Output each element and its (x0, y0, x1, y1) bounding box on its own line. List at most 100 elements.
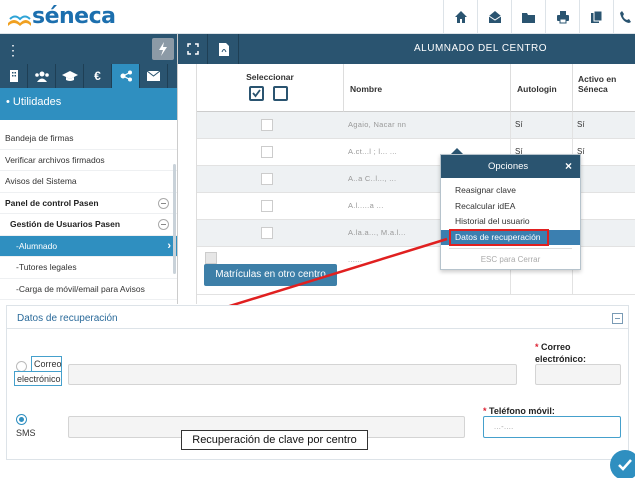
confirm-check-button[interactable] (610, 450, 635, 478)
column-header-name: Nombre (344, 64, 511, 112)
radio-sms-label: SMS (16, 428, 36, 438)
check-icon (618, 459, 632, 471)
building-icon[interactable] (0, 64, 28, 88)
table-cell-text: A.l.....a ... (348, 201, 384, 210)
menu-item-historial-usuario[interactable]: Historial del usuario (441, 214, 580, 229)
popup-header: Opciones × (441, 155, 580, 178)
table-cell-active: Sí (573, 139, 635, 166)
panel-divider (7, 328, 628, 329)
table-cell-autologin: Sí (511, 112, 573, 139)
sidebar-item-label: -Tutores legales (16, 262, 77, 272)
deselect-all-checkbox-icon[interactable] (273, 86, 288, 101)
euro-icon[interactable]: € (84, 64, 112, 88)
table-cell-text: Sí (577, 120, 585, 129)
print-icon[interactable] (545, 0, 579, 34)
mail-open-icon[interactable] (477, 0, 511, 34)
popup-divider (449, 248, 572, 249)
table-cell-text: ...... (348, 255, 363, 264)
expand-icon[interactable] (178, 34, 208, 64)
sidebar-tabs: € (0, 64, 177, 88)
sidebar-item-verificar-archivos[interactable]: Verificar archivos firmados (0, 150, 177, 171)
sidebar-item-tutores-legales[interactable]: -Tutores legales (0, 257, 177, 279)
sidebar-section-utilidades[interactable]: • Utilidades (0, 88, 177, 120)
sidebar-item-avisos-sistema[interactable]: Avisos del Sistema (0, 171, 177, 193)
phone-label-text: Teléfono móvil: (489, 406, 555, 416)
table-cell-active: Sí (573, 112, 635, 139)
sidebar-item-label: -Carga de móvil/email para Avisos (16, 283, 145, 294)
email-label-line2: electrónico: (535, 354, 587, 364)
book-logo-icon (8, 15, 31, 26)
highlight-box (449, 229, 549, 246)
required-mark: * (535, 342, 539, 352)
email-required-input[interactable] (535, 364, 621, 385)
pdf-icon[interactable] (209, 34, 239, 64)
close-icon[interactable]: × (565, 159, 572, 173)
radio-correo-label-line2: electrónico (14, 371, 62, 386)
home-icon[interactable] (443, 0, 477, 34)
phone-icon[interactable] (613, 0, 635, 34)
popup-esc-hint[interactable]: ESC para Cerrar (441, 255, 580, 264)
top-header: séneca (0, 0, 635, 34)
row-checkbox[interactable] (261, 119, 273, 131)
select-all-checkbox-icon[interactable] (249, 86, 264, 101)
sidebar-scrollbar[interactable] (173, 164, 176, 274)
main-toolbar: ALUMNADO DEL CENTRO (178, 34, 635, 64)
row-checkbox[interactable] (261, 227, 273, 239)
sidebar-item-label: Avisos del Sistema (5, 176, 77, 186)
chevron-right-icon: › (167, 239, 171, 252)
sidebar-item-label: Gestión de Usuarios Pasen (10, 219, 121, 229)
column-header-active: Activo en Séneca (573, 64, 635, 112)
column-header-label: Seleccionar (246, 72, 294, 82)
collapse-icon[interactable] (158, 197, 169, 209)
collapse-icon[interactable] (158, 219, 169, 230)
email-input[interactable] (68, 364, 517, 385)
seneca-logo[interactable]: séneca (6, 3, 116, 31)
row-checkbox[interactable] (261, 173, 273, 185)
column-header-label: Autologin (517, 84, 557, 94)
sidebar-item-alumnado[interactable]: -Alumnado › (0, 235, 177, 257)
menu-item-reasignar-clave[interactable]: Reasignar clave (441, 183, 580, 198)
table-cell-text: A..a C..l..., ... (348, 174, 397, 183)
row-checkbox[interactable] (261, 146, 273, 158)
table-cell-text: Agaio, Nacar nn (348, 120, 407, 129)
folder-icon[interactable] (511, 0, 545, 34)
logo-text: séneca (32, 4, 116, 29)
sidebar-item-label: Bandeja de firmas (5, 133, 74, 143)
table-cell-text: Sí (515, 120, 523, 129)
envelope-icon[interactable] (140, 64, 168, 88)
sidebar-item-panel-pasen[interactable]: Panel de control Pasen (0, 193, 177, 214)
minimize-icon[interactable] (612, 313, 623, 324)
tooltip: Recuperación de clave por centro (181, 430, 368, 450)
menu-item-recalcular-idea[interactable]: Recalcular idEA (441, 199, 580, 214)
page-title: ALUMNADO DEL CENTRO (414, 43, 548, 54)
users-icon[interactable] (28, 64, 56, 88)
table-cell-text: A.ct...l ; l... ... (348, 147, 398, 156)
graduation-cap-icon[interactable] (56, 64, 84, 88)
phone-input-value: ...-.... (494, 422, 514, 431)
column-header-autologin: Autologin (511, 64, 573, 112)
sidebar-item-bandeja-firmas[interactable]: Bandeja de firmas (0, 128, 177, 150)
required-mark: * (483, 406, 487, 416)
table-cell-text: A.la.a..., M.a.l... (348, 228, 406, 237)
radio-correo-label-line1: Correo (31, 356, 62, 372)
panel-title: Datos de recuperación (17, 313, 118, 324)
column-header-label: Nombre (350, 84, 383, 94)
radio-sms[interactable] (16, 414, 27, 425)
row-checkbox[interactable] (205, 252, 217, 264)
vertical-dots-icon[interactable]: ⋮ (6, 42, 20, 59)
popup-title: Opciones (488, 161, 529, 172)
sidebar-item-carga-movil-email[interactable]: -Carga de móvil/email para Avisos (0, 279, 177, 300)
table-row[interactable]: Agaio, Nacar nn Sí Sí (197, 112, 635, 139)
copy-icon[interactable] (579, 0, 613, 34)
sidebar: ⋮ € • Utilidades Bandeja de firmas Verif… (0, 34, 178, 304)
bolt-icon[interactable] (152, 38, 174, 60)
sidebar-item-gestion-usuarios-pasen[interactable]: Gestión de Usuarios Pasen (0, 214, 177, 236)
options-popup: Opciones × Reasignar clave Recalcular id… (440, 154, 581, 270)
share-nodes-icon[interactable] (112, 64, 140, 88)
matriculas-otro-centro-button[interactable]: Matrículas en otro centro (204, 264, 337, 286)
column-header-select: Seleccionar (197, 64, 344, 112)
row-checkbox[interactable] (261, 200, 273, 212)
email-field-label: * Correo electrónico: (535, 341, 586, 365)
sidebar-header: ⋮ (0, 34, 177, 64)
phone-input[interactable]: ...-.... (483, 416, 621, 438)
